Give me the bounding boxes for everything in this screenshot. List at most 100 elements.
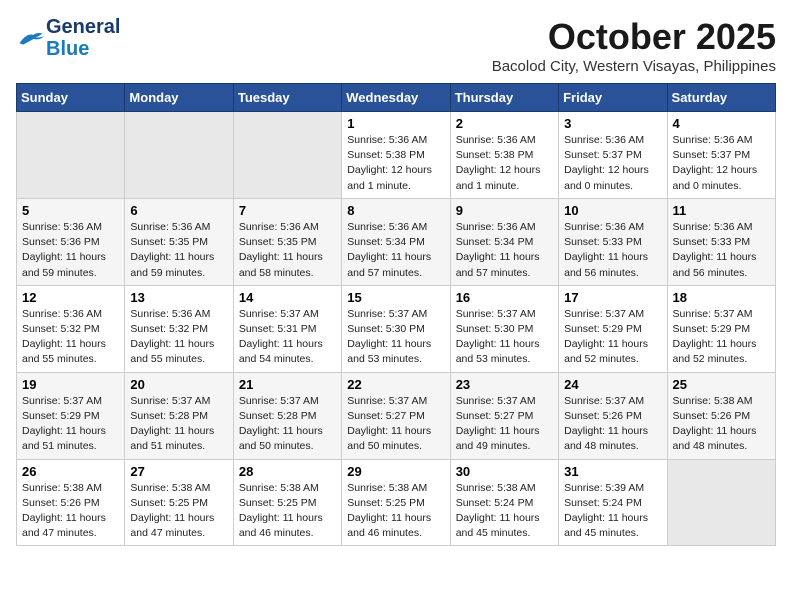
day-number: 16 — [456, 290, 553, 305]
day-number: 12 — [22, 290, 119, 305]
day-number: 22 — [347, 377, 444, 392]
day-header-tuesday: Tuesday — [233, 84, 341, 112]
day-number: 5 — [22, 203, 119, 218]
day-info: Sunrise: 5:39 AM Sunset: 5:24 PM Dayligh… — [564, 481, 661, 542]
calendar-cell: 8 Sunrise: 5:36 AM Sunset: 5:34 PM Daylig… — [342, 198, 450, 285]
logo-text-blue: Blue — [46, 38, 120, 60]
calendar-cell: 19Sunrise: 5:37 AM Sunset: 5:29 PM Dayli… — [17, 372, 125, 459]
day-number: 19 — [22, 377, 119, 392]
logo: General Blue — [16, 16, 120, 60]
day-number: 21 — [239, 377, 336, 392]
day-number: 10 — [564, 203, 661, 218]
calendar-cell: 22 Sunrise: 5:37 AM Sunset: 5:27 PM Dayli… — [342, 372, 450, 459]
day-info: Sunrise: 5:37 AM Sunset: 5:27 PM Dayligh… — [456, 394, 553, 455]
calendar-cell — [125, 112, 233, 199]
day-number: 8 — [347, 203, 444, 218]
day-info: Sunrise: 5:38 AM Sunset: 5:26 PM Dayligh… — [22, 481, 119, 542]
day-info: Sunrise: 5:36 AM Sunset: 5:38 PM Dayligh… — [456, 133, 553, 194]
calendar-cell: 1Sunrise: 5:36 AM Sunset: 5:38 PM Daylig… — [342, 112, 450, 199]
day-info: Sunrise: 5:38 AM Sunset: 5:26 PM Dayligh… — [673, 394, 770, 455]
day-info: Sunrise: 5:36 AM Sunset: 5:35 PM Dayligh… — [130, 220, 227, 281]
day-info: Sunrise: 5:37 AM Sunset: 5:28 PM Dayligh… — [130, 394, 227, 455]
day-number: 26 — [22, 464, 119, 479]
day-number: 23 — [456, 377, 553, 392]
day-number: 27 — [130, 464, 227, 479]
calendar-cell — [17, 112, 125, 199]
calendar-cell: 31 Sunrise: 5:39 AM Sunset: 5:24 PM Dayli… — [559, 459, 667, 546]
calendar-week-row: 19Sunrise: 5:37 AM Sunset: 5:29 PM Dayli… — [17, 372, 776, 459]
day-number: 15 — [347, 290, 444, 305]
calendar-cell — [233, 112, 341, 199]
day-info: Sunrise: 5:36 AM Sunset: 5:35 PM Dayligh… — [239, 220, 336, 281]
day-info: Sunrise: 5:38 AM Sunset: 5:25 PM Dayligh… — [239, 481, 336, 542]
calendar-cell: 26 Sunrise: 5:38 AM Sunset: 5:26 PM Dayli… — [17, 459, 125, 546]
day-number: 3 — [564, 116, 661, 131]
calendar-week-row: 12 Sunrise: 5:36 AM Sunset: 5:32 PM Dayli… — [17, 285, 776, 372]
calendar-cell: 4Sunrise: 5:36 AM Sunset: 5:37 PM Daylig… — [667, 112, 775, 199]
calendar-cell: 25Sunrise: 5:38 AM Sunset: 5:26 PM Dayli… — [667, 372, 775, 459]
calendar-cell: 10Sunrise: 5:36 AM Sunset: 5:33 PM Dayli… — [559, 198, 667, 285]
calendar-cell: 20 Sunrise: 5:37 AM Sunset: 5:28 PM Dayli… — [125, 372, 233, 459]
day-header-friday: Friday — [559, 84, 667, 112]
calendar-cell: 3 Sunrise: 5:36 AM Sunset: 5:37 PM Daylig… — [559, 112, 667, 199]
calendar-cell: 23 Sunrise: 5:37 AM Sunset: 5:27 PM Dayli… — [450, 372, 558, 459]
day-info: Sunrise: 5:36 AM Sunset: 5:32 PM Dayligh… — [130, 307, 227, 368]
calendar-week-row: 1Sunrise: 5:36 AM Sunset: 5:38 PM Daylig… — [17, 112, 776, 199]
calendar-cell: 28 Sunrise: 5:38 AM Sunset: 5:25 PM Dayli… — [233, 459, 341, 546]
day-header-monday: Monday — [125, 84, 233, 112]
day-info: Sunrise: 5:36 AM Sunset: 5:34 PM Dayligh… — [456, 220, 553, 281]
calendar-cell: 14 Sunrise: 5:37 AM Sunset: 5:31 PM Dayli… — [233, 285, 341, 372]
month-title: October 2025 — [492, 16, 776, 58]
day-number: 31 — [564, 464, 661, 479]
day-info: Sunrise: 5:37 AM Sunset: 5:29 PM Dayligh… — [673, 307, 770, 368]
calendar-cell: 16 Sunrise: 5:37 AM Sunset: 5:30 PM Dayli… — [450, 285, 558, 372]
logo-icon — [16, 29, 44, 47]
calendar-cell: 27 Sunrise: 5:38 AM Sunset: 5:25 PM Dayli… — [125, 459, 233, 546]
day-info: Sunrise: 5:36 AM Sunset: 5:37 PM Dayligh… — [673, 133, 770, 194]
day-number: 11 — [673, 203, 770, 218]
day-number: 24 — [564, 377, 661, 392]
calendar-cell: 18 Sunrise: 5:37 AM Sunset: 5:29 PM Dayli… — [667, 285, 775, 372]
logo-text-general: General — [46, 16, 120, 38]
day-number: 29 — [347, 464, 444, 479]
calendar-cell: 15Sunrise: 5:37 AM Sunset: 5:30 PM Dayli… — [342, 285, 450, 372]
day-info: Sunrise: 5:36 AM Sunset: 5:34 PM Dayligh… — [347, 220, 444, 281]
day-info: Sunrise: 5:38 AM Sunset: 5:24 PM Dayligh… — [456, 481, 553, 542]
day-info: Sunrise: 5:36 AM Sunset: 5:37 PM Dayligh… — [564, 133, 661, 194]
day-info: Sunrise: 5:37 AM Sunset: 5:29 PM Dayligh… — [564, 307, 661, 368]
calendar-week-row: 5Sunrise: 5:36 AM Sunset: 5:36 PM Daylig… — [17, 198, 776, 285]
day-info: Sunrise: 5:37 AM Sunset: 5:30 PM Dayligh… — [456, 307, 553, 368]
day-number: 18 — [673, 290, 770, 305]
day-header-sunday: Sunday — [17, 84, 125, 112]
day-info: Sunrise: 5:36 AM Sunset: 5:32 PM Dayligh… — [22, 307, 119, 368]
calendar-cell — [667, 459, 775, 546]
calendar-cell: 2 Sunrise: 5:36 AM Sunset: 5:38 PM Daylig… — [450, 112, 558, 199]
day-number: 30 — [456, 464, 553, 479]
calendar-cell: 13 Sunrise: 5:36 AM Sunset: 5:32 PM Dayli… — [125, 285, 233, 372]
day-number: 2 — [456, 116, 553, 131]
day-info: Sunrise: 5:37 AM Sunset: 5:28 PM Dayligh… — [239, 394, 336, 455]
calendar-cell: 30 Sunrise: 5:38 AM Sunset: 5:24 PM Dayli… — [450, 459, 558, 546]
day-info: Sunrise: 5:37 AM Sunset: 5:31 PM Dayligh… — [239, 307, 336, 368]
day-number: 9 — [456, 203, 553, 218]
day-number: 13 — [130, 290, 227, 305]
calendar-cell: 6Sunrise: 5:36 AM Sunset: 5:35 PM Daylig… — [125, 198, 233, 285]
day-number: 20 — [130, 377, 227, 392]
day-number: 28 — [239, 464, 336, 479]
calendar-week-row: 26 Sunrise: 5:38 AM Sunset: 5:26 PM Dayli… — [17, 459, 776, 546]
page-header: General Blue October 2025 Bacolod City, … — [16, 16, 776, 75]
calendar-header-row: SundayMondayTuesdayWednesdayThursdayFrid… — [17, 84, 776, 112]
calendar-cell: 21 Sunrise: 5:37 AM Sunset: 5:28 PM Dayli… — [233, 372, 341, 459]
calendar-cell: 17Sunrise: 5:37 AM Sunset: 5:29 PM Dayli… — [559, 285, 667, 372]
day-info: Sunrise: 5:38 AM Sunset: 5:25 PM Dayligh… — [130, 481, 227, 542]
day-info: Sunrise: 5:37 AM Sunset: 5:27 PM Dayligh… — [347, 394, 444, 455]
day-number: 14 — [239, 290, 336, 305]
day-info: Sunrise: 5:37 AM Sunset: 5:26 PM Dayligh… — [564, 394, 661, 455]
calendar-cell: 9 Sunrise: 5:36 AM Sunset: 5:34 PM Daylig… — [450, 198, 558, 285]
calendar-table: SundayMondayTuesdayWednesdayThursdayFrid… — [16, 83, 776, 546]
calendar-cell: 24 Sunrise: 5:37 AM Sunset: 5:26 PM Dayli… — [559, 372, 667, 459]
calendar-cell: 7Sunrise: 5:36 AM Sunset: 5:35 PM Daylig… — [233, 198, 341, 285]
day-info: Sunrise: 5:38 AM Sunset: 5:25 PM Dayligh… — [347, 481, 444, 542]
day-header-saturday: Saturday — [667, 84, 775, 112]
calendar-cell: 11Sunrise: 5:36 AM Sunset: 5:33 PM Dayli… — [667, 198, 775, 285]
